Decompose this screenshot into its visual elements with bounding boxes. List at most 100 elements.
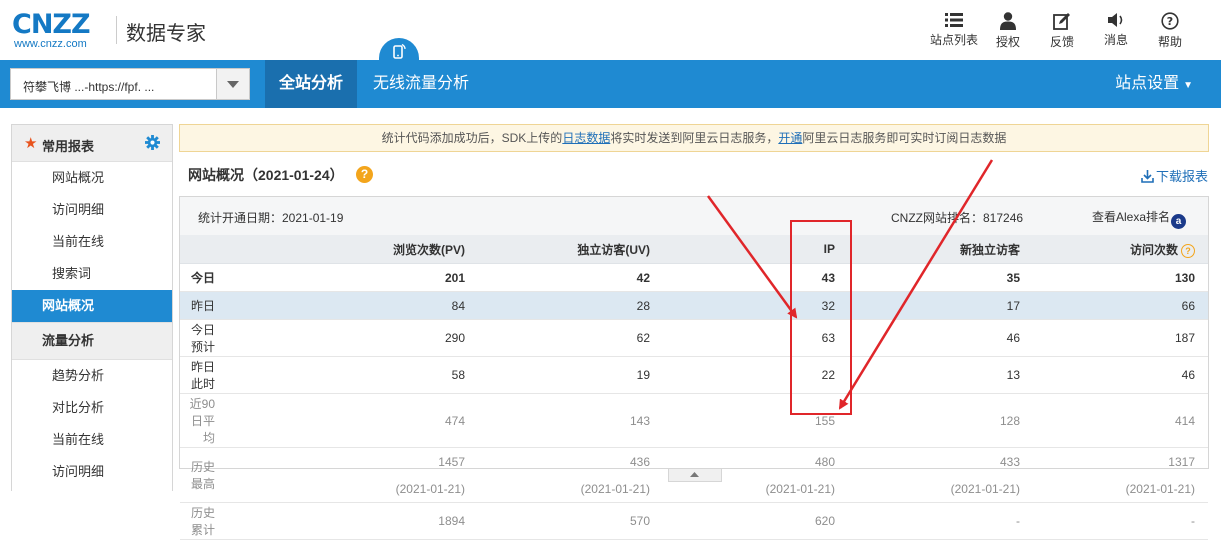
table-cell: 22 (663, 356, 848, 394)
product-name: 数据专家 (126, 23, 206, 45)
sidebar-item-site-overview[interactable]: 网站概况 (12, 162, 172, 194)
topnav-authorize[interactable]: 授权 (981, 12, 1035, 50)
info-row: 统计开通日期：2021-01-19 CNZZ网站排名：817246 查看Alex… (180, 197, 1208, 236)
caret-down-icon: ▼ (1183, 80, 1193, 91)
table-cell: 46 (848, 319, 1033, 357)
alexa-label: 查看Alexa排名 (1092, 210, 1171, 224)
notice-text: 阿里云日志服务即可实时订阅日志数据 (802, 131, 1007, 145)
topnav-messages[interactable]: 消息 (1089, 12, 1143, 50)
sidebar-traffic-analysis-header[interactable]: 流量分析 (12, 322, 172, 360)
topnav-label: 帮助 (1157, 35, 1182, 49)
phone-icon (393, 43, 406, 59)
row-label: 昨日 (180, 291, 293, 320)
table-cell: 35 (848, 263, 1033, 292)
table-cell: 474 (293, 393, 478, 448)
sidebar-item-search-terms[interactable]: 搜索词 (12, 258, 172, 290)
gear-icon[interactable] (145, 135, 160, 153)
table-cell: 187 (1033, 319, 1208, 357)
cnzz-logo[interactable]: CNZZ www.cnzz.com (12, 9, 91, 50)
table-cell: 201 (293, 263, 478, 292)
sidebar-common-reports-header: ★ 常用报表 (12, 125, 172, 162)
column-header-visits-label: 访问次数 (1129, 242, 1178, 257)
alexa-icon: a (1171, 214, 1187, 229)
download-report-link[interactable]: 下载报表 (1141, 166, 1208, 185)
row-label: 今日 (180, 263, 293, 292)
sidebar-item-visit-details[interactable]: 访问明细 (12, 194, 172, 226)
table-cell: - (848, 502, 1033, 540)
topnav-help[interactable]: ? 帮助 (1143, 12, 1197, 50)
table-cell: 43 (663, 263, 848, 292)
table-cell: - (1033, 502, 1208, 540)
site-settings-menu[interactable]: 站点设置 ▼ (1115, 60, 1193, 108)
collapse-toggle[interactable] (668, 469, 722, 482)
notice-banner: 统计代码添加成功后，SDK上传的日志数据将实时发送到阿里云日志服务，开通阿里云日… (179, 124, 1209, 152)
table-cell: 28 (478, 291, 663, 320)
help-icon[interactable]: ? (356, 166, 373, 183)
table-cell: 13 (848, 356, 1033, 394)
tab-mobile-traffic-analysis[interactable]: 无线流量分析 (373, 60, 469, 108)
table-cell: 436 (629, 454, 650, 469)
table-row: 近90日平均 474 143 155 128 414 (180, 393, 1208, 448)
notice-text: 将实时发送到阿里云日志服务， (610, 131, 779, 145)
table-cell: 620 (663, 502, 848, 540)
activate-link[interactable]: 开通 (778, 131, 802, 145)
star-icon: ★ (24, 135, 38, 152)
table-cell: 290 (293, 319, 478, 357)
table-cell: 17 (848, 291, 1033, 320)
site-rank: CNZZ网站排名：817246 (891, 211, 1024, 225)
table-cell: 155 (663, 393, 848, 448)
sidebar-item-online-now[interactable]: 当前在线 (12, 226, 172, 258)
sidebar-item-site-overview-active[interactable]: 网站概况 (12, 290, 172, 322)
help-icon[interactable]: ? (1181, 243, 1195, 258)
sidebar: ★ 常用报表 网站概况 访问明细 当前在线 搜索词 网站概况 流量分析 趋势分析… (11, 124, 173, 491)
chevron-up-icon (690, 472, 699, 477)
topnav-label: 站点列表 (929, 33, 978, 47)
table-cell: 143 (478, 393, 663, 448)
table-cell: 130 (1033, 263, 1208, 292)
table-cell: 46 (1033, 356, 1208, 394)
sidebar-item-compare-analysis[interactable]: 对比分析 (12, 392, 172, 424)
open-date: 统计开通日期：2021-01-19 (198, 211, 344, 225)
sidebar-item-visit-details-2[interactable]: 访问明细 (12, 456, 172, 488)
edit-icon (1053, 13, 1070, 30)
top-header: CNZZ www.cnzz.com 数据专家 站点列表 授权 反馈 消息 ? 帮… (0, 0, 1221, 60)
sidebar-item-online-now-2[interactable]: 当前在线 (12, 424, 172, 456)
table-cell: 63 (663, 319, 848, 357)
page-title: 网站概况（2021-01-24） (188, 167, 344, 183)
topnav-site-list[interactable]: 站点列表 (927, 12, 981, 50)
row-label: 近90日平均 (180, 393, 293, 448)
site-selector-dropdown-button[interactable] (216, 69, 249, 99)
table-cell: 58 (293, 356, 478, 394)
table-cell: (2021-01-21) (848, 475, 1033, 503)
site-selector-value: 符攀飞博 ...-https://fpf. ... (23, 80, 155, 94)
table-cell: 433 (999, 454, 1020, 469)
topnav-label: 消息 (1103, 33, 1128, 47)
site-selector[interactable]: 符攀飞博 ...-https://fpf. ... (10, 68, 250, 100)
top-nav: 站点列表 授权 反馈 消息 ? 帮助 (927, 12, 1197, 50)
chevron-down-icon (227, 81, 239, 88)
sidebar-section-title: 常用报表 (42, 139, 95, 154)
table-cell: (2021-01-21) (478, 475, 663, 503)
overview-table: 浏览次数(PV) 独立访客(UV) IP 新独立访客 访问次数? 今日 201 42… (180, 235, 1208, 540)
table-cell: 66 (1033, 291, 1208, 320)
list-icon (945, 13, 963, 27)
download-label: 下载报表 (1155, 169, 1208, 184)
table-cell: 414 (1033, 393, 1208, 448)
table-cell: 32 (663, 291, 848, 320)
logo-text: CNZZ (12, 9, 91, 40)
table-cell: 1894 (293, 502, 478, 540)
column-header-visits: 访问次数? (1033, 235, 1208, 264)
table-cell: 84 (293, 291, 478, 320)
table-cell: 62 (478, 319, 663, 357)
tab-full-site-analysis[interactable]: 全站分析 (265, 60, 357, 108)
sidebar-item-trend-analysis[interactable]: 趋势分析 (12, 360, 172, 392)
log-data-link[interactable]: 日志数据 (562, 131, 610, 145)
logo-url: www.cnzz.com (14, 38, 87, 50)
table-cell: 128 (848, 393, 1033, 448)
table-cell: 19 (478, 356, 663, 394)
row-label: 今日预计 (180, 319, 293, 357)
topnav-label: 授权 (995, 35, 1020, 49)
topnav-feedback[interactable]: 反馈 (1035, 12, 1089, 50)
alexa-rank-link[interactable]: 查看Alexa排名 a (1092, 208, 1187, 229)
table-row: 昨日 84 28 32 17 66 (180, 291, 1208, 320)
